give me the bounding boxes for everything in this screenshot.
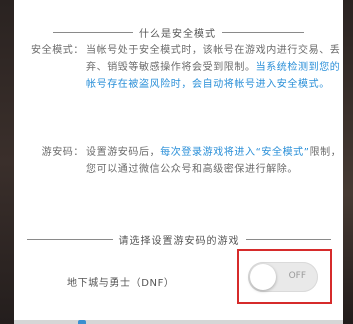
safe-mode-label: 安全模式：: [31, 45, 84, 56]
background-right: [343, 0, 353, 324]
section-title: 什么是安全模式: [139, 28, 216, 40]
section-header-select-game: 请选择设置游安码的游戏: [14, 231, 343, 247]
game-password-toggle[interactable]: OFF: [248, 262, 318, 292]
toggle-knob[interactable]: [250, 264, 276, 290]
bottom-home-icon[interactable]: [78, 320, 86, 324]
game-password-highlight: 每次登录游戏将进入“安全模式”: [160, 147, 310, 158]
game-password-text: 设置游安码后，每次登录游戏将进入“安全模式”限制，您可以通过微信公众号和高级密保…: [86, 144, 344, 178]
bottom-edge: [14, 320, 343, 324]
game-password-body-start: 设置游安码后，: [86, 147, 161, 158]
game-password-label: 游安码：: [41, 147, 84, 158]
dialog-panel: 什么是安全模式 安全模式： 当帐号处于安全模式时，该帐号在游戏内进行交易、丢弃、…: [14, 0, 343, 324]
game-name-label: 地下城与勇士（DNF）: [67, 278, 175, 289]
divider-line: [26, 238, 113, 240]
safe-mode-text: 当帐号处于安全模式时，该帐号在游戏内进行交易、丢弃、销毁等敏感操作将会受到限制。…: [86, 42, 344, 93]
toggle-state-label: OFF: [288, 271, 306, 281]
divider-line: [53, 31, 133, 33]
divider-line: [245, 238, 331, 240]
divider-line: [222, 31, 304, 33]
game-password-description: 游安码： 设置游安码后，每次登录游戏将进入“安全模式”限制，您可以通过微信公众号…: [20, 144, 344, 204]
safe-mode-description: 安全模式： 当帐号处于安全模式时，该帐号在游戏内进行交易、丢弃、销毁等敏感操作将…: [20, 42, 344, 122]
section-header-what-is-safe-mode: 什么是安全模式: [14, 24, 343, 40]
background-left: [0, 0, 14, 324]
section-title: 请选择设置游安码的游戏: [118, 235, 240, 247]
